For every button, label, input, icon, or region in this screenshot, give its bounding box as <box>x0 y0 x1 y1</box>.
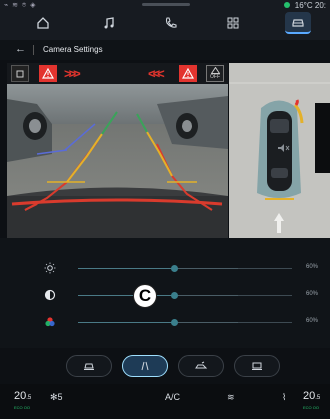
brightness-slider[interactable] <box>78 265 238 272</box>
camera-view <box>7 84 228 238</box>
seat-heat-icon[interactable]: ⌇ <box>282 392 286 403</box>
brightness-value: 60% <box>305 264 318 270</box>
fan-control[interactable]: ✻5 <box>50 392 63 403</box>
color-value: 60% <box>305 318 318 324</box>
phone-icon <box>165 17 177 28</box>
clock: 20: <box>314 1 326 10</box>
camera-settings-icon <box>252 362 262 370</box>
contrast-knob[interactable] <box>171 292 178 299</box>
camera-settings-button[interactable] <box>234 355 280 377</box>
off-label: OFF <box>210 74 220 80</box>
brightness-fill <box>78 268 174 269</box>
apps-grid-icon <box>227 17 239 29</box>
left-approach-arrows-icon: >>> <box>64 66 81 81</box>
climate-bar: 20.5 ECO OO ✻5 A/C ≋ ⌇ 20.5 ECO OO <box>0 384 330 419</box>
contrast-fill <box>78 295 174 296</box>
brightness-track-rest <box>238 268 292 269</box>
page-title: Camera Settings <box>43 45 103 54</box>
image-adjustment-panel: 60% 60% 60% C <box>0 238 330 348</box>
left-eco-label: ECO OO <box>14 405 31 410</box>
color-track-rest <box>238 322 292 323</box>
top-down-view <box>229 63 330 238</box>
contrast-slider-row: 60% <box>44 289 320 303</box>
defrost-icon[interactable]: ≋ <box>227 392 235 403</box>
left-temperature[interactable]: 20.5 <box>14 390 31 402</box>
obstacle-warning-bar: >>> <<< OFF <box>7 63 228 84</box>
music-note-icon <box>104 17 114 29</box>
right-temperature[interactable]: 20.5 <box>303 390 320 402</box>
header-divider <box>33 45 34 55</box>
status-dot-icon <box>283 2 290 8</box>
color-slider[interactable] <box>78 319 238 326</box>
contrast-track-rest <box>238 295 292 296</box>
color-saturation-icon <box>45 317 55 327</box>
fan-icon: ✻ <box>50 392 58 402</box>
callout-c: C <box>133 284 157 308</box>
right-temp-decimal: .5 <box>315 395 321 401</box>
side-camera-icon <box>195 361 208 369</box>
rear-view-button[interactable] <box>66 355 112 377</box>
ac-button[interactable]: A/C <box>165 392 180 402</box>
camera-mode-selector: 7 8 9 10 <box>0 348 330 409</box>
right-temp-value: 20 <box>303 390 316 402</box>
rear-camera-icon <box>84 363 94 370</box>
camera-image <box>7 84 228 238</box>
car-icon <box>292 19 304 27</box>
status-icons: ⌁ ≋ ⌾ ◈ <box>4 2 37 9</box>
color-slider-row: 60% <box>44 316 320 330</box>
side-view-button[interactable] <box>178 355 224 377</box>
left-temp-value: 20 <box>14 390 27 402</box>
page-header: ← Camera Settings <box>0 40 330 60</box>
nav-apps[interactable] <box>220 12 246 34</box>
rear-sensor-icon <box>11 65 29 82</box>
color-knob[interactable] <box>171 319 178 326</box>
brightness-icon <box>44 262 56 274</box>
nav-home[interactable] <box>30 12 56 34</box>
back-button[interactable]: ← <box>15 43 26 55</box>
right-approach-arrows-icon: <<< <box>148 66 165 81</box>
cross-traffic-off-button[interactable]: OFF <box>206 65 224 82</box>
left-temp-decimal: .5 <box>26 395 32 401</box>
front-view-button[interactable] <box>122 355 168 377</box>
brightness-knob[interactable] <box>171 265 178 272</box>
nav-vehicle[interactable] <box>285 12 311 34</box>
contrast-value: 60% <box>305 291 318 297</box>
contrast-slider[interactable] <box>78 292 238 299</box>
right-eco-label: ECO OO <box>303 405 320 410</box>
right-warning-icon <box>179 65 197 82</box>
outside-temperature: 16°C <box>294 1 313 10</box>
contrast-icon <box>44 289 56 301</box>
left-warning-icon <box>39 65 57 82</box>
status-area: 16°C 20: <box>283 1 326 10</box>
brightness-slider-row: 60% <box>44 262 320 276</box>
top-navigation-bar: ⌁ ≋ ⌾ ◈ 16°C 20: <box>0 0 330 40</box>
nav-music[interactable] <box>96 12 122 34</box>
nav-phone[interactable] <box>158 12 184 34</box>
fan-level: 5 <box>57 392 63 402</box>
parking-overhead-image <box>229 63 330 238</box>
front-camera-icon <box>141 361 149 371</box>
home-icon <box>37 17 49 29</box>
notification-drag-handle[interactable] <box>142 3 190 6</box>
color-fill <box>78 322 174 323</box>
